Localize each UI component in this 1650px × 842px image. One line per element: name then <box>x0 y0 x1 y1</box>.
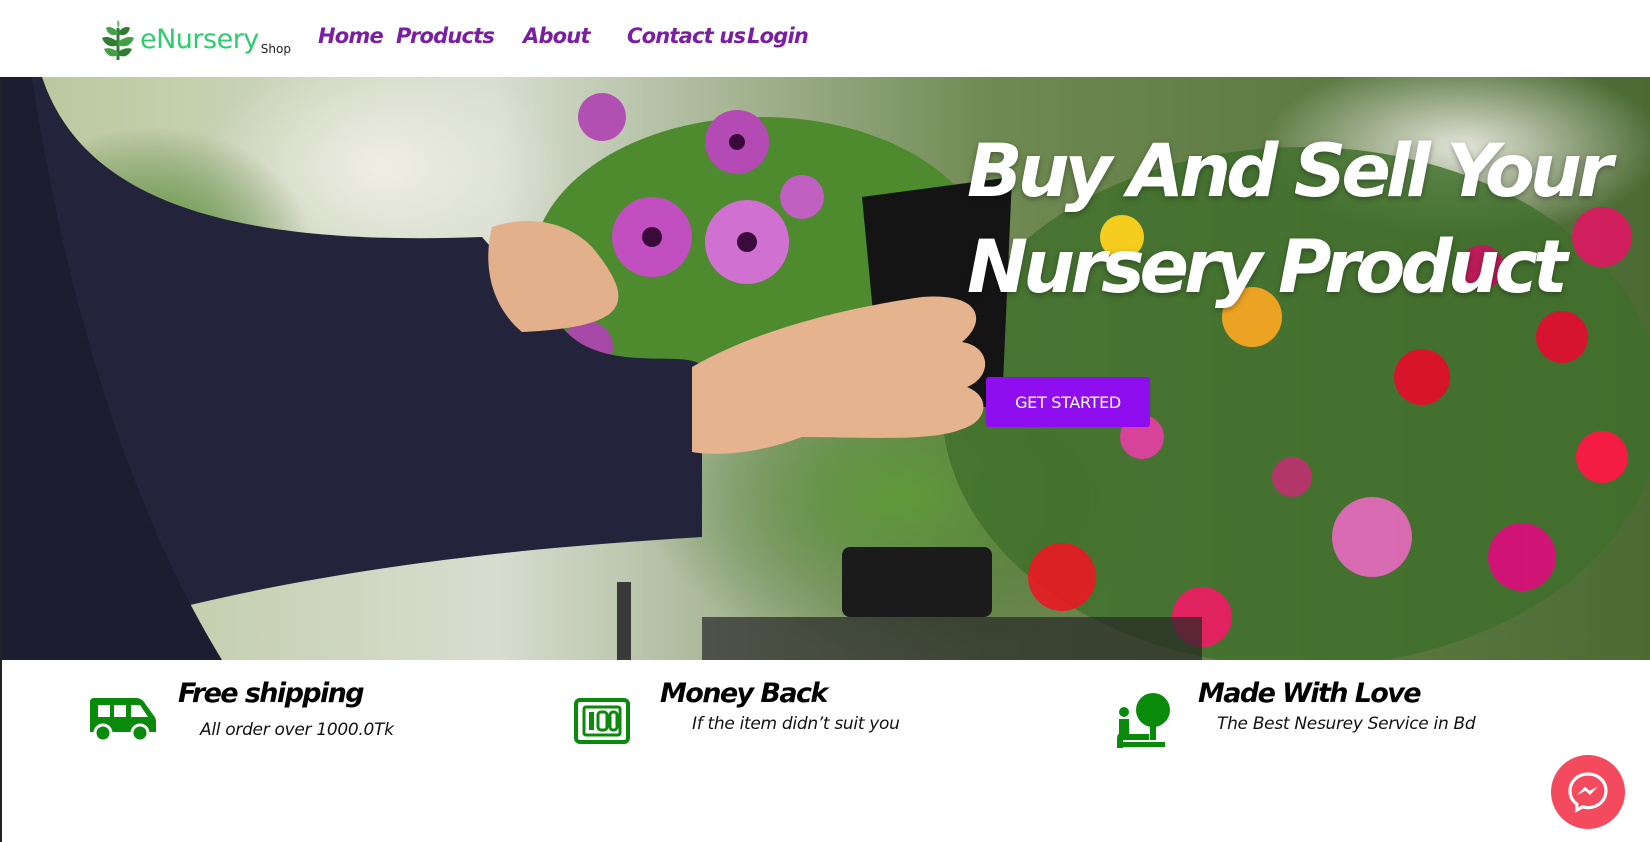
money-back-icon <box>574 698 630 744</box>
brand-suffix: Shop <box>260 42 291 56</box>
feature-title: Money Back <box>660 678 828 709</box>
nav-products-link[interactable]: Products <box>396 24 495 48</box>
nav-about-link[interactable]: About <box>523 24 590 48</box>
feature-title: Free shipping <box>178 678 365 709</box>
hero-banner: Buy And Sell Your Nursery Product GET ST… <box>2 77 1650 660</box>
messenger-icon <box>1568 772 1608 813</box>
hero-title-line-2: Nursery Product <box>967 225 1568 310</box>
feature-title: Made With Love <box>1198 678 1422 709</box>
leaf-plant-icon <box>102 20 134 60</box>
nav-login-link[interactable]: Login <box>747 24 809 48</box>
brand-name: eNursery <box>140 24 259 55</box>
delivery-van-icon <box>90 698 156 742</box>
get-started-button[interactable]: GET STARTED <box>986 377 1150 427</box>
nav-home-link[interactable]: Home <box>318 24 384 48</box>
top-navbar: eNursery Shop Home Products About Contac… <box>0 0 1650 77</box>
brand-logo[interactable]: eNursery Shop <box>96 14 291 62</box>
tree-care-icon <box>1117 693 1170 748</box>
feature-subtitle: If the item didn’t suit you <box>692 714 900 734</box>
hero-title-line-1: Buy And Sell Your <box>967 129 1613 214</box>
hero-title: Buy And Sell Your Nursery Product <box>967 124 1627 316</box>
nav-contact-link[interactable]: Contact us <box>627 24 746 48</box>
feature-subtitle: All order over 1000.0Tk <box>200 720 394 740</box>
messenger-chat-button[interactable] <box>1551 755 1625 829</box>
feature-subtitle: The Best Nesurey Service in Bd <box>1217 714 1476 734</box>
